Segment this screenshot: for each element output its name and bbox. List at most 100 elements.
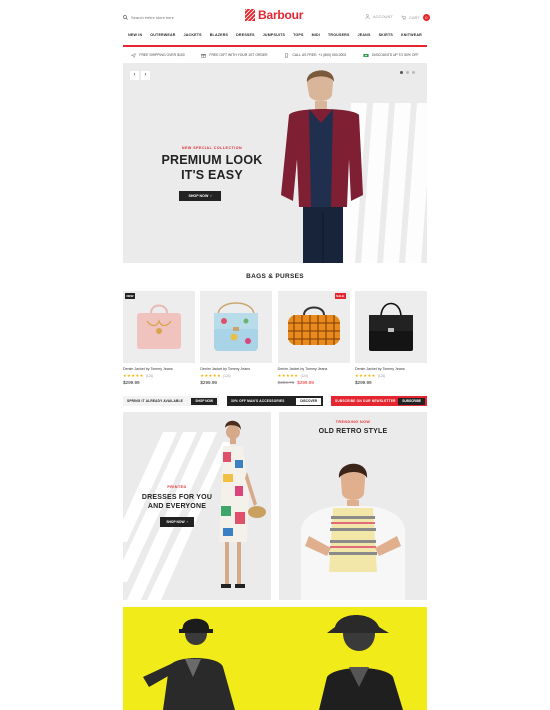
rating-stars-icon: ★★★★★ <box>200 373 222 378</box>
banner-retro-image <box>279 412 427 600</box>
user-icon <box>365 14 370 19</box>
bag-black-image <box>354 291 427 363</box>
product-image[interactable] <box>200 291 273 363</box>
product-name[interactable]: Denim Jacket by Tommy Jeans <box>278 367 350 371</box>
perk-discount: DISCOUNTS UP TO 50% OFF <box>363 53 419 58</box>
nav-item-trousers[interactable]: TROUSERS <box>328 33 350 43</box>
product-rating: ★★★★★ (124) <box>123 373 195 378</box>
product-image[interactable]: SALE <box>277 291 350 363</box>
promo-discover-button[interactable]: DISCOVER <box>296 397 321 405</box>
prev-slide-button[interactable]: ‹ <box>130 71 139 80</box>
search-bar[interactable] <box>123 12 203 22</box>
logo-mark-icon <box>245 9 255 21</box>
banner-right-eyebrow: TRENDING NOW <box>335 420 371 424</box>
rating-stars-icon: ★★★★★ <box>277 373 299 378</box>
banner-left-title-line2: AND EVERYONE <box>147 503 207 510</box>
perk-text: FREE GIFT WITH YOUR 1ST ORDER <box>209 53 268 57</box>
perk-gift: FREE GIFT WITH YOUR 1ST ORDER <box>201 53 268 58</box>
page: Barbour ACCOUNT CART 0 NEW IN OUTERWEAR … <box>0 0 550 710</box>
product-card[interactable]: Denim Jacket by Tommy Jeans ★★★★★ (124) … <box>354 291 427 385</box>
nav-item-midi[interactable]: MIDI <box>312 33 320 43</box>
product-image[interactable]: NEW <box>123 291 195 363</box>
product-rating: ★★★★★ (124) <box>355 373 427 378</box>
logo[interactable]: Barbour <box>245 8 303 22</box>
nav-item-jumpsuits[interactable]: JUMPSUITS <box>263 33 285 43</box>
slide-dot[interactable] <box>406 71 409 74</box>
product-price: $299.99 <box>123 380 195 385</box>
product-card[interactable]: SALE Denim Jacket by Tommy Jeans ★★★★★ (… <box>277 291 350 385</box>
nav-item-jackets[interactable]: JACKETS <box>184 33 202 43</box>
account-link[interactable]: ACCOUNT <box>365 14 393 19</box>
slide-dot[interactable] <box>412 71 415 74</box>
perk-call: CALL US FREE: +1 (800) 000-0002 <box>284 52 346 58</box>
product-rating: ★★★★★ (124) <box>278 373 350 378</box>
gift-icon <box>201 53 207 58</box>
promo-subscribe-button[interactable]: SUBSCRIBE <box>398 397 425 405</box>
nav-item-jeans[interactable]: JEANS <box>358 33 371 43</box>
product-name[interactable]: Denim Jacket by Tommy Jeans <box>200 367 272 371</box>
bag-blue-floral-image <box>200 291 273 363</box>
review-count: (124) <box>377 373 386 378</box>
phone-icon <box>285 52 289 58</box>
product-name[interactable]: Denim Jacket by Tommy Jeans <box>355 367 427 371</box>
cart-count-badge: 0 <box>422 14 430 21</box>
yellow-banner[interactable] <box>123 607 427 710</box>
nav-item-outerwear[interactable]: OUTERWEAR <box>150 33 175 43</box>
plane-icon <box>131 52 137 58</box>
main-nav: NEW IN OUTERWEAR JACKETS BLAZERS DRESSES… <box>123 33 427 43</box>
yellow-banner-image <box>123 607 427 710</box>
product-image[interactable] <box>354 291 427 363</box>
banner-button-label: SHOP NOW <box>166 520 185 524</box>
nav-item-blazers[interactable]: BLAZERS <box>210 33 228 43</box>
price-current: $299.99 <box>200 380 217 385</box>
review-count: (124) <box>223 373 231 378</box>
promo-text: 30% OFF MAN'S ACCESSORIES <box>231 399 285 403</box>
banner-retro[interactable]: TRENDING NOW OLD RETRO STYLE <box>279 412 427 600</box>
perks-bar: FREE SHIPPING OVER $100 FREE GIFT WITH Y… <box>123 50 427 60</box>
cart-label: CART <box>409 15 420 20</box>
search-input[interactable] <box>131 13 201 21</box>
perk-text: DISCOUNTS UP TO 50% OFF <box>372 53 419 57</box>
perk-shipping: FREE SHIPPING OVER $100 <box>131 52 185 58</box>
product-name[interactable]: Denim Jacket by Tommy Jeans <box>123 367 195 371</box>
hero-arrows: ‹ › <box>130 71 150 80</box>
banner-shop-now-button[interactable]: SHOP NOW › <box>160 517 194 527</box>
hero-title-line2: IT'S EASY <box>181 167 243 182</box>
price-current: $299.99 <box>123 380 140 385</box>
search-icon <box>123 14 128 20</box>
banner-dresses[interactable]: PRINTED DRESSES FOR YOU AND EVERYONE SHO… <box>123 412 271 600</box>
hero-title: PREMIUM LOOK IT'S EASY <box>149 153 275 182</box>
perk-text: FREE SHIPPING OVER $100 <box>139 53 185 57</box>
banner-left-title-line1: DRESSES FOR YOU <box>141 494 213 501</box>
promo-shop-now-button[interactable]: SHOP NOW <box>191 397 217 405</box>
cart-icon <box>401 15 406 20</box>
nav-item-skirts[interactable]: SKIRTS <box>379 33 393 43</box>
next-slide-button[interactable]: › <box>141 71 150 80</box>
slide-dot[interactable] <box>400 71 403 74</box>
banner-left-title: DRESSES FOR YOU AND EVERYONE <box>127 493 227 511</box>
nav-item-new-in[interactable]: NEW IN <box>128 33 142 43</box>
chevron-right-icon: › <box>186 520 188 524</box>
price-current: $299.99 <box>354 380 372 385</box>
price-current: $299.99 <box>297 380 314 385</box>
slide-dots <box>400 71 415 74</box>
promo-text: SUBSCRIBE ON OUR NEWSLETTER <box>335 399 396 403</box>
nav-divider <box>123 45 427 47</box>
cart-link[interactable]: CART 0 <box>401 14 430 21</box>
product-badge: NEW <box>125 293 135 299</box>
hero-title-line1: PREMIUM LOOK <box>161 153 263 167</box>
product-card[interactable]: Denim Jacket by Tommy Jeans ★★★★★ (124) … <box>200 291 273 385</box>
nav-item-dresses[interactable]: DRESSES <box>236 33 255 43</box>
product-price: $336.76 $299.99 <box>278 380 350 385</box>
nav-item-tops[interactable]: TOPS <box>293 33 304 43</box>
hero-shop-now-button[interactable]: SHOP NOW › <box>179 191 221 201</box>
chevron-right-icon: › <box>210 194 212 198</box>
account-label: ACCOUNT <box>373 14 393 19</box>
bag-orange-woven-image <box>277 291 350 363</box>
nav-item-knitwear[interactable]: KNITWEAR <box>401 33 422 43</box>
bag-pink-image <box>123 291 195 363</box>
promo-bar-accessories: 30% OFF MAN'S ACCESSORIES DISCOVER <box>227 396 323 406</box>
product-price: $299.99 <box>200 380 272 385</box>
product-card[interactable]: NEW Denim Jacket by Tommy Jeans ★★★★★ (1… <box>123 291 195 385</box>
product-rating: ★★★★★ (124) <box>200 373 272 378</box>
